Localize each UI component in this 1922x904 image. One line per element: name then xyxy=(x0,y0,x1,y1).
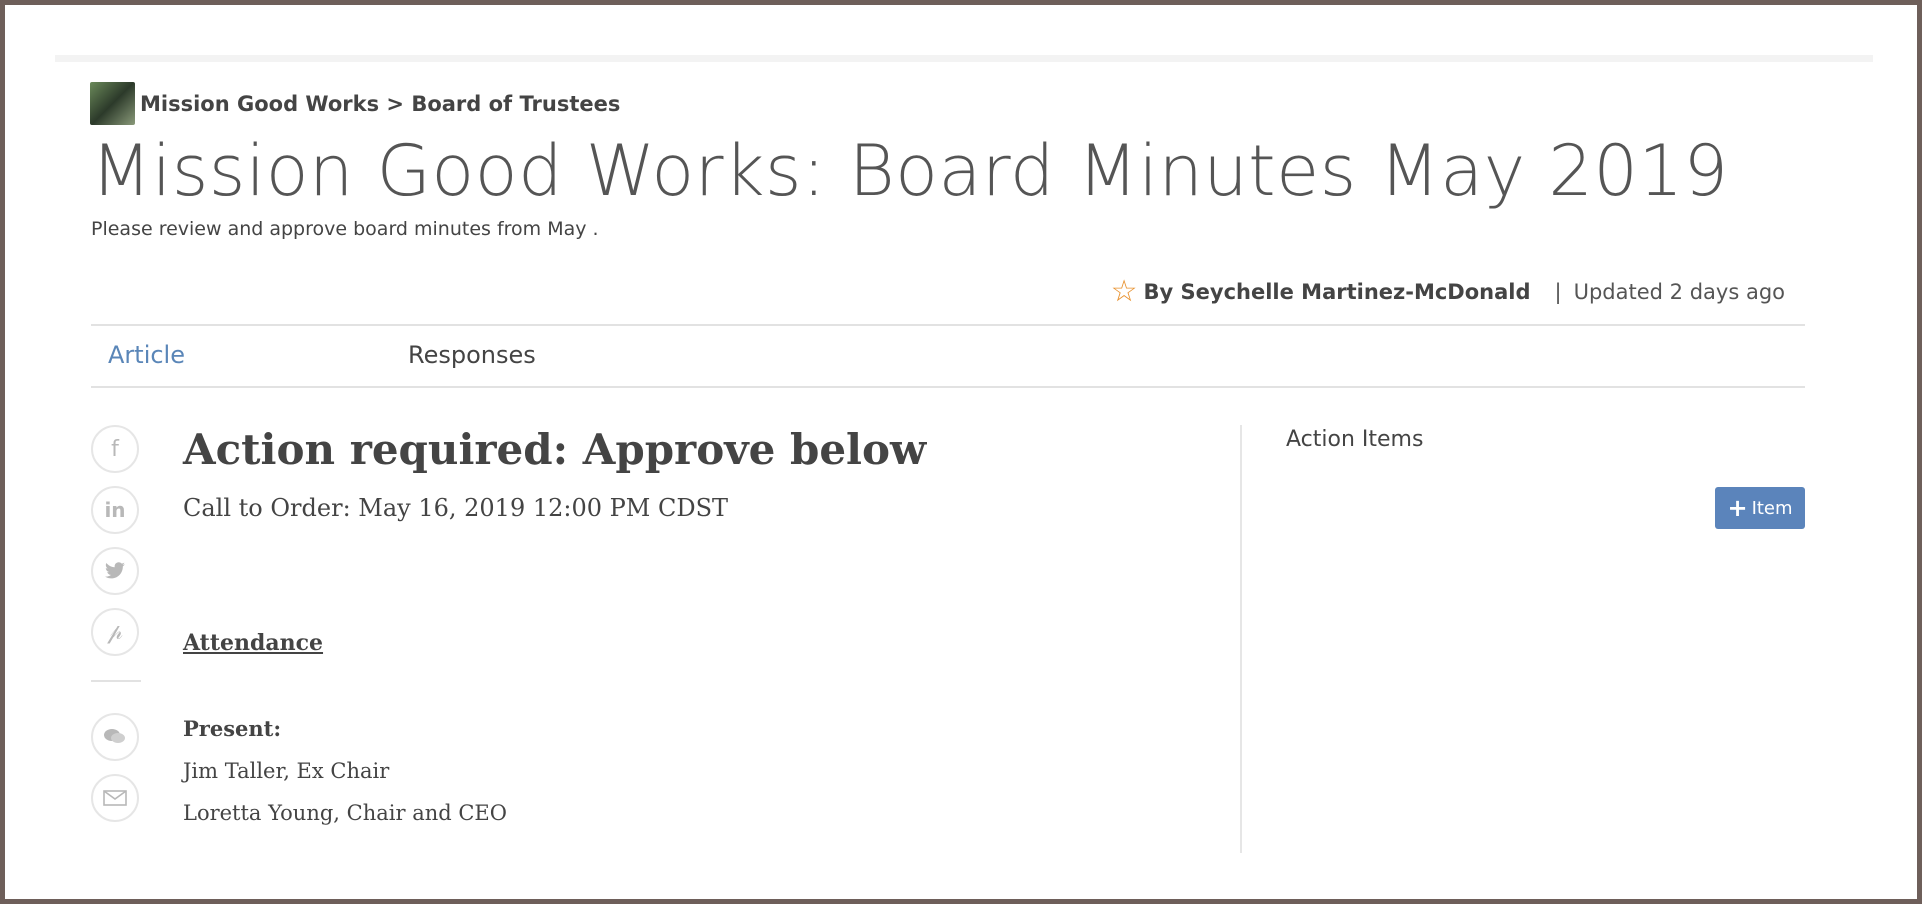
action-items-heading: Action Items xyxy=(1286,427,1424,452)
add-item-label: Item xyxy=(1751,497,1793,519)
page-subtitle: Please review and approve board minutes … xyxy=(91,218,599,240)
tab-responses[interactable]: Responses xyxy=(408,341,536,369)
call-to-order: Call to Order: May 16, 2019 12:00 PM CDS… xyxy=(183,494,729,522)
email-icon xyxy=(103,790,127,806)
body-heading: Action required: Approve below xyxy=(183,425,927,474)
star-icon[interactable]: ☆ xyxy=(1111,277,1138,307)
linkedin-icon: in xyxy=(104,498,126,522)
breadcrumb-section[interactable]: Board of Trustees xyxy=(411,92,620,116)
article-body: Action required: Approve below Call to O… xyxy=(183,425,926,825)
pinterest-share-button[interactable]: 𝓅 xyxy=(91,608,139,656)
article-meta: ☆ By Seychelle Martinez-McDonald | Updat… xyxy=(1111,277,1785,307)
meta-separator: | xyxy=(1554,280,1562,304)
twitter-share-button[interactable] xyxy=(91,547,139,595)
facebook-icon: f xyxy=(111,436,119,462)
group-avatar[interactable] xyxy=(90,82,135,125)
share-divider xyxy=(91,680,141,682)
twitter-icon xyxy=(105,562,125,579)
attendee-item: Jim Taller, Ex Chair xyxy=(183,759,390,783)
tabs-bottom-divider xyxy=(91,386,1805,388)
top-divider xyxy=(55,55,1873,62)
updated-timestamp: Updated 2 days ago xyxy=(1573,280,1785,304)
sidebar-divider xyxy=(1240,425,1242,853)
comment-button[interactable] xyxy=(91,713,139,761)
breadcrumb-separator: > xyxy=(386,91,405,116)
breadcrumb: Mission Good Works > Board of Trustees xyxy=(90,82,620,125)
plus-icon: + xyxy=(1727,494,1748,522)
email-button[interactable] xyxy=(91,774,139,822)
facebook-share-button[interactable]: f xyxy=(91,425,139,473)
add-item-button[interactable]: + Item xyxy=(1715,487,1805,529)
attendance-heading: Attendance xyxy=(183,630,324,656)
tabs-top-divider xyxy=(91,324,1805,326)
pinterest-icon: 𝓅 xyxy=(107,619,123,645)
comment-icon xyxy=(104,729,125,743)
tab-article[interactable]: Article xyxy=(108,341,185,369)
present-label: Present: xyxy=(183,716,282,741)
page-title: Mission Good Works: Board Minutes May 20… xyxy=(91,130,1729,212)
breadcrumb-group[interactable]: Mission Good Works xyxy=(140,92,379,116)
linkedin-share-button[interactable]: in xyxy=(91,486,139,534)
author-link[interactable]: By Seychelle Martinez-McDonald xyxy=(1144,280,1531,304)
attendee-item: Loretta Young, Chair and CEO xyxy=(183,801,507,825)
